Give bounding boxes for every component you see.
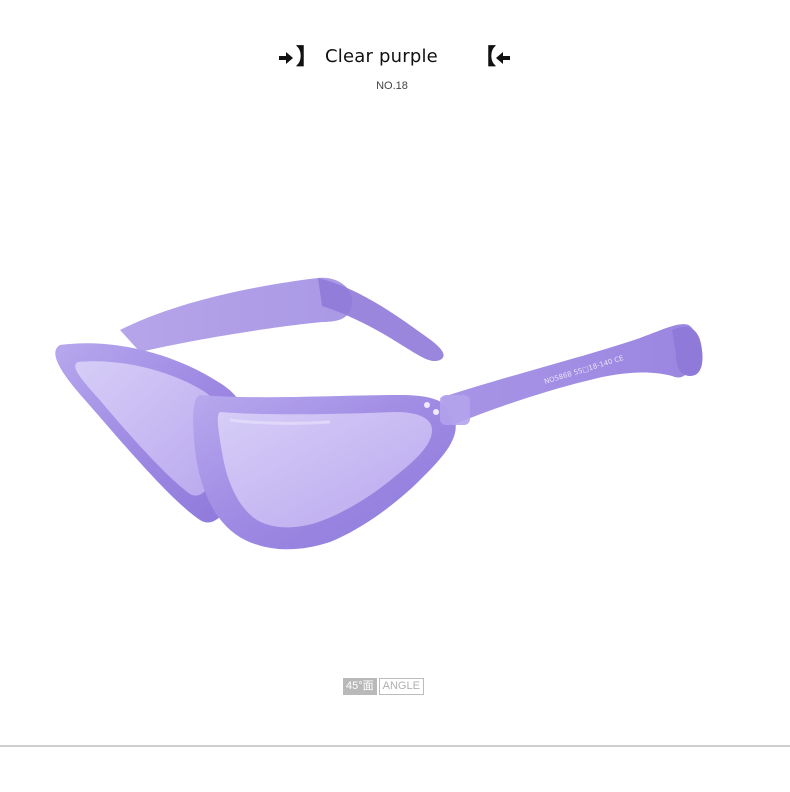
page-title: Clear purple [325, 46, 438, 67]
arrow-left-icon [496, 52, 510, 64]
angle-badge: 45°面 ANGLE [343, 678, 424, 695]
bottom-divider [0, 745, 790, 747]
model-number: NO.18 [376, 80, 408, 92]
sunglasses-image: NO5868 55□18-140 CE [55, 277, 703, 550]
far-temple [120, 277, 444, 362]
arrow-right-icon [279, 52, 293, 64]
near-lens [193, 395, 456, 550]
angle-label: ANGLE [378, 678, 424, 695]
hinge [440, 395, 470, 425]
bracket-left: 【 [474, 45, 497, 70]
angle-degree: 45°面 [343, 678, 377, 695]
bracket-right: 】 [296, 45, 319, 70]
near-temple: NO5868 55□18-140 CE [440, 324, 703, 424]
model-number-container: NO.18 [0, 80, 790, 92]
